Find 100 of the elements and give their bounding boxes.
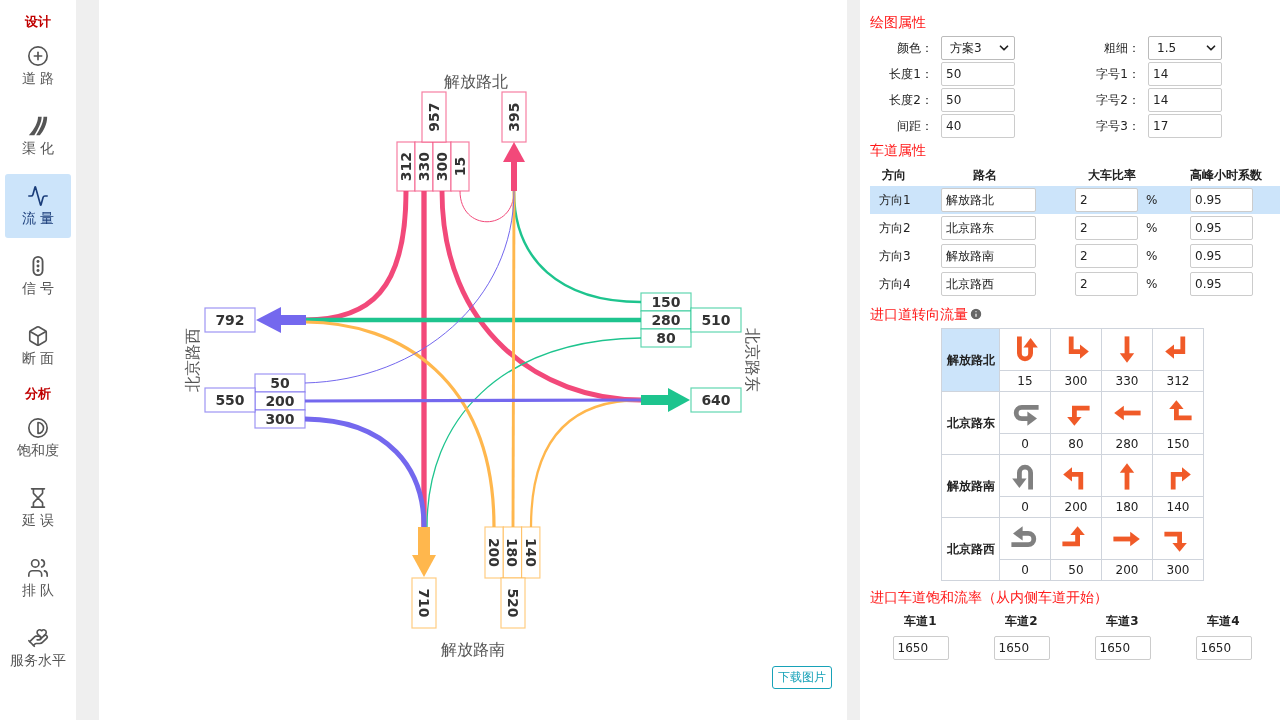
input-field[interactable]: 40 [941,114,1015,138]
approach-name-cell[interactable]: 解放路北 [941,328,1000,392]
nav-item[interactable]: 饱和度 [5,406,71,470]
lane-volume: 180 [502,526,523,579]
section-heading: 车道属性 [870,141,927,160]
lane-volume: 15 [450,141,470,192]
input-field[interactable]: 14 [1148,88,1222,112]
nav-item[interactable]: 延 误 [5,476,71,540]
volume-cell: 300 [1050,370,1102,392]
road-name-field[interactable]: 北京路西 [941,272,1036,296]
factor-field[interactable]: 0.95 [1190,188,1253,212]
exit-total: 710 [411,577,437,629]
unit-label: % [1146,277,1158,291]
nav-item[interactable]: 渠 化 [5,104,71,168]
field-label: 间距： [896,117,934,135]
exit-total: 640 [690,387,742,413]
direction-cell-text: 方向4 [878,275,912,293]
volume-cell: 0 [999,433,1051,455]
volume-cell: 280 [1101,433,1153,455]
column-header: 高峰小时系数 [1189,166,1263,184]
volume-cell: 0 [999,559,1051,581]
column-header: 方向 [881,166,907,184]
lane-row[interactable]: 方向3 解放路南 2 % 0.95 [870,242,1280,270]
curved-road-icon [27,114,49,137]
info-icon[interactable] [969,307,983,321]
input-field[interactable]: 50 [941,62,1015,86]
ratio-field[interactable]: 2 [1075,244,1138,268]
lane-volume: 200 [484,526,504,579]
volume-cell: 15 [999,370,1051,392]
select-field[interactable]: 1.5 [1148,36,1222,60]
road-name-field[interactable]: 解放路南 [941,244,1036,268]
saturation-field[interactable]: 1650 [892,636,949,660]
lane-volume: 50 [254,373,306,393]
factor-field[interactable]: 0.95 [1190,244,1253,268]
input-field[interactable]: 17 [1148,114,1222,138]
lane-label: 车道3 [1106,613,1139,630]
factor-field[interactable]: 0.95 [1190,216,1253,240]
lane-volume: 280 [640,310,692,330]
lane-volume: 300 [432,141,452,192]
select-field[interactable]: 方案3 [941,36,1015,60]
lane-volume: 300 [254,409,306,429]
saturation-field[interactable]: 1650 [1094,636,1151,660]
crosshair-icon [27,44,49,67]
entry-total: 520 [500,577,526,629]
section-heading: 绘图属性 [870,13,927,32]
field-label: 颜色： [896,39,934,57]
lane-volume: 200 [254,391,306,411]
road-name-field[interactable]: 北京路东 [941,216,1036,240]
volume-cell: 50 [1050,559,1102,581]
nav-item[interactable]: 流 量 [5,174,71,238]
lane-volume: 312 [396,141,416,192]
approach-name-cell[interactable]: 解放路南 [941,454,1000,518]
section-heading: 进口道转向流量 [870,305,968,324]
direction-cell-text: 方向3 [878,247,912,265]
nav-item[interactable]: 服务水平 [5,616,71,680]
cube-icon [27,324,49,347]
lane-row[interactable]: 方向4 北京路西 2 % 0.95 [870,270,1280,298]
section-title: 设计 [25,13,51,31]
nav-item[interactable]: 断 面 [5,314,71,378]
nav-item[interactable]: 排 队 [5,546,71,610]
saturation-field[interactable]: 1650 [993,636,1050,660]
direction-cell-text: 方向1 [878,191,912,209]
unit-label: % [1146,193,1158,207]
volume-cell: 140 [1152,496,1204,518]
volume-cell: 200 [1050,496,1102,518]
nav-item[interactable]: 信 号 [5,244,71,308]
column-header: 大车比率 [1087,166,1137,184]
section-heading: 进口车道饱和流率（从内侧车道开始） [870,588,1109,607]
lane-row[interactable]: 方向2 北京路东 2 % 0.95 [870,214,1280,242]
exit-total: 792 [204,307,256,333]
volume-cell: 0 [999,496,1051,518]
lane-volume: 140 [521,526,541,579]
field-label: 长度2： [888,91,934,109]
road-name: 北京路西 [182,328,202,392]
input-field[interactable]: 14 [1148,62,1222,86]
factor-field[interactable]: 0.95 [1190,272,1253,296]
lane-volume: 330 [414,141,434,192]
lane-row[interactable]: 方向1 解放路北 2 % 0.95 [870,186,1280,214]
volume-cell: 330 [1101,370,1153,392]
entry-total: 510 [690,307,742,333]
lane-label: 车道1 [904,613,937,630]
approach-name-cell[interactable]: 北京路西 [941,517,1000,581]
half-circle-icon [27,416,49,439]
nav-item[interactable]: 道 路 [5,34,71,98]
saturation-field[interactable]: 1650 [1195,636,1252,660]
ratio-field[interactable]: 2 [1075,188,1138,212]
ratio-field[interactable]: 2 [1075,272,1138,296]
ratio-field[interactable]: 2 [1075,216,1138,240]
volume-cell: 200 [1101,559,1153,581]
direction-cell-text: 方向2 [878,219,912,237]
unit-label: % [1146,221,1158,235]
volume-cell: 180 [1101,496,1153,518]
column-header: 路名 [972,166,998,184]
lane-label: 车道2 [1005,613,1038,630]
road-name-field[interactable]: 解放路北 [941,188,1036,212]
input-field[interactable]: 50 [941,88,1015,112]
lane-volume: 150 [640,292,692,312]
field-label: 字号1： [1095,65,1141,83]
approach-name-cell[interactable]: 北京路东 [941,391,1000,455]
road-name: 北京路东 [742,328,762,392]
